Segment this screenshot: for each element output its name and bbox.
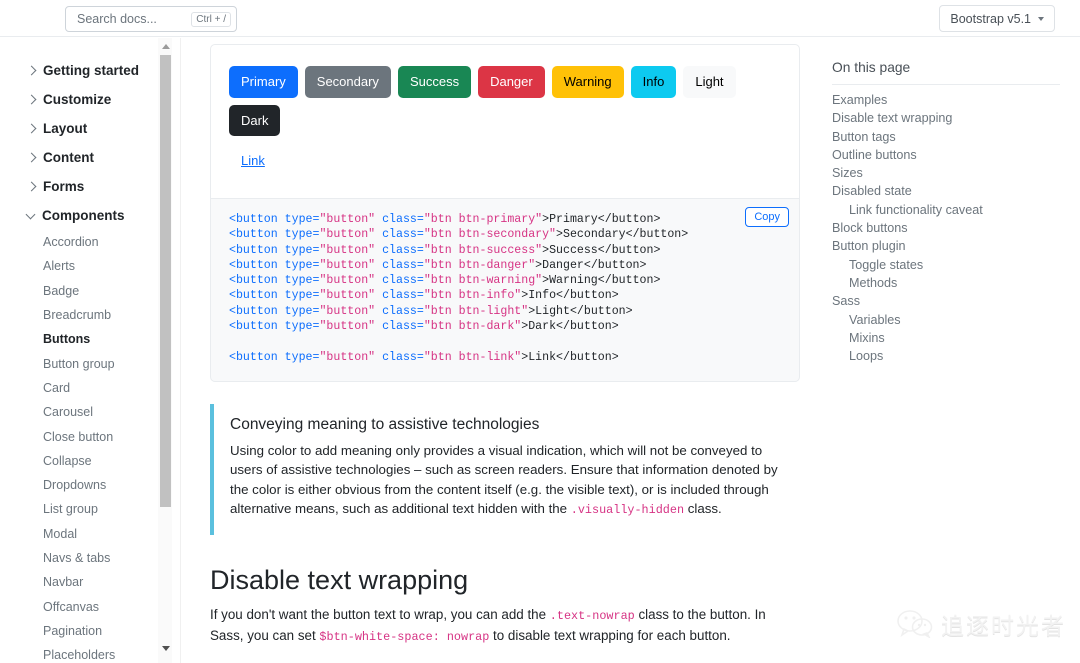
scroll-up-arrow-icon[interactable] — [160, 40, 171, 53]
chevron-down-icon — [25, 209, 36, 219]
link-button[interactable]: Link — [229, 147, 277, 174]
sidebar-item-close-button[interactable]: Close button — [0, 424, 180, 448]
toc-list: Examples Disable text wrapping Button tags… — [832, 91, 1060, 365]
sidebar-group-label: Forms — [43, 179, 85, 194]
toc-item-disabled-state[interactable]: Disabled state — [832, 182, 1060, 200]
toc-item-sizes[interactable]: Sizes — [832, 164, 1060, 182]
btn-primary[interactable]: Primary — [229, 66, 298, 98]
version-dropdown-button[interactable]: Bootstrap v5.1 — [939, 5, 1055, 32]
search-docs-box[interactable]: Ctrl + / — [65, 6, 237, 32]
sidebar-item-accordion[interactable]: Accordion — [0, 230, 180, 254]
btn-success[interactable]: Success — [397, 66, 472, 98]
toc-item-methods[interactable]: Methods — [832, 274, 1060, 292]
chevron-right-icon — [26, 181, 37, 192]
section-paragraph-disable-text-wrapping: If you don't want the button text to wra… — [210, 605, 800, 647]
sidebar-item-card[interactable]: Card — [0, 376, 180, 400]
callout-text: Using color to add meaning only provides… — [230, 441, 782, 521]
button-example-preview: Primary Secondary Success Danger Warning Info… — [210, 44, 800, 199]
toc-title: On this page — [832, 60, 1060, 85]
paragraph-part1: If you don't want the button text to wra… — [210, 606, 550, 622]
assistive-technologies-callout: Conveying meaning to assistive technolog… — [210, 403, 800, 535]
chevron-down-icon — [1038, 16, 1044, 21]
sidebar-scrollbar-thumb[interactable] — [160, 55, 171, 507]
sidebar-group-label: Getting started — [43, 63, 140, 78]
sidebar-item-button-group[interactable]: Button group — [0, 351, 180, 375]
toc-item-variables[interactable]: Variables — [832, 311, 1060, 329]
version-label: Bootstrap v5.1 — [950, 11, 1031, 26]
btn-info[interactable]: Info — [630, 66, 677, 98]
sidebar-divider — [180, 38, 181, 663]
paragraph-part3: to disable text wrapping for each button… — [489, 627, 731, 643]
sidebar-group-label: Components — [42, 208, 125, 223]
toc-item-outline-buttons[interactable]: Outline buttons — [832, 146, 1060, 164]
sidebar-item-breadcrumb[interactable]: Breadcrumb — [0, 303, 180, 327]
chevron-right-icon — [26, 152, 37, 163]
btn-dark[interactable]: Dark — [229, 104, 281, 136]
toc-item-button-plugin[interactable]: Button plugin — [832, 237, 1060, 255]
inline-code-text-nowrap: .text-nowrap — [549, 608, 635, 623]
sidebar-group-layout[interactable]: Layout — [0, 114, 180, 143]
link-button-row: Link — [229, 147, 781, 174]
chevron-right-icon — [26, 123, 37, 134]
sidebar-item-collapse[interactable]: Collapse — [0, 449, 180, 473]
sidebar-group-label: Customize — [43, 92, 112, 107]
toc-item-button-tags[interactable]: Button tags — [832, 128, 1060, 146]
sidebar-group-components[interactable]: Components — [0, 201, 180, 230]
docs-sidebar: Getting started Customize Layout Content For… — [0, 38, 180, 663]
sidebar-item-pagination[interactable]: Pagination — [0, 619, 180, 643]
callout-text-part2: class. — [684, 501, 722, 517]
chevron-right-icon — [26, 65, 37, 76]
callout-title: Conveying meaning to assistive technolog… — [230, 415, 540, 433]
sidebar-group-label: Content — [43, 150, 94, 165]
callout-inline-code: .visually-hidden — [570, 503, 685, 518]
section-heading-disable-text-wrapping: Disable text wrapping — [210, 564, 469, 595]
search-input[interactable] — [75, 11, 192, 27]
btn-warning[interactable]: Warning — [551, 66, 624, 98]
inline-code-btn-white-space: $btn-white-space: nowrap — [319, 629, 490, 644]
sidebar-item-alerts[interactable]: Alerts — [0, 254, 180, 278]
main-content: Primary Secondary Success Danger Warning Info… — [200, 38, 810, 663]
toc-item-toggle-states[interactable]: Toggle states — [832, 256, 1060, 274]
code-snippet-text: <button type="button" class="btn btn-pri… — [229, 213, 689, 364]
sidebar-group-forms[interactable]: Forms — [0, 172, 180, 201]
btn-secondary[interactable]: Secondary — [304, 66, 391, 98]
copy-button[interactable]: Copy — [745, 207, 789, 227]
sidebar-item-offcanvas[interactable]: Offcanvas — [0, 594, 180, 618]
sidebar-item-badge[interactable]: Badge — [0, 279, 180, 303]
top-navbar: Ctrl + / Bootstrap v5.1 — [0, 0, 1080, 37]
chevron-right-icon — [26, 94, 37, 105]
sidebar-nav-list: Getting started Customize Layout Content For… — [0, 38, 180, 663]
toc-item-loops[interactable]: Loops — [832, 347, 1060, 365]
sidebar-group-content[interactable]: Content — [0, 143, 180, 172]
sidebar-group-label: Layout — [43, 121, 88, 136]
toc-item-examples[interactable]: Examples — [832, 91, 1060, 109]
sidebar-item-placeholders[interactable]: Placeholders — [0, 643, 180, 663]
btn-danger[interactable]: Danger — [478, 66, 545, 98]
scroll-down-arrow-icon[interactable] — [160, 642, 171, 655]
btn-light[interactable]: Light — [683, 66, 736, 98]
sidebar-item-navs-tabs[interactable]: Navs & tabs — [0, 546, 180, 570]
toc-item-mixins[interactable]: Mixins — [832, 329, 1060, 347]
toc-item-block-buttons[interactable]: Block buttons — [832, 219, 1060, 237]
sidebar-item-modal[interactable]: Modal — [0, 522, 180, 546]
sidebar-group-customize[interactable]: Customize — [0, 85, 180, 114]
sidebar-item-carousel[interactable]: Carousel — [0, 400, 180, 424]
toc-item-disable-text-wrapping[interactable]: Disable text wrapping — [832, 109, 1060, 127]
toc-item-sass[interactable]: Sass — [832, 292, 1060, 310]
sidebar-item-navbar[interactable]: Navbar — [0, 570, 180, 594]
sidebar-group-getting-started[interactable]: Getting started — [0, 56, 180, 85]
sidebar-item-buttons[interactable]: Buttons — [0, 327, 180, 351]
code-snippet-block: Copy <button type="button" class="btn bt… — [210, 199, 800, 382]
sidebar-item-dropdowns[interactable]: Dropdowns — [0, 473, 180, 497]
search-shortcut-badge: Ctrl + / — [191, 11, 231, 27]
toc-item-link-functionality-caveat[interactable]: Link functionality caveat — [832, 201, 1060, 219]
on-this-page-toc: On this page Examples Disable text wrappi… — [810, 38, 1080, 663]
sidebar-item-list-group[interactable]: List group — [0, 497, 180, 521]
button-variants-row: Primary Secondary Success Danger Warning Info… — [229, 66, 781, 136]
